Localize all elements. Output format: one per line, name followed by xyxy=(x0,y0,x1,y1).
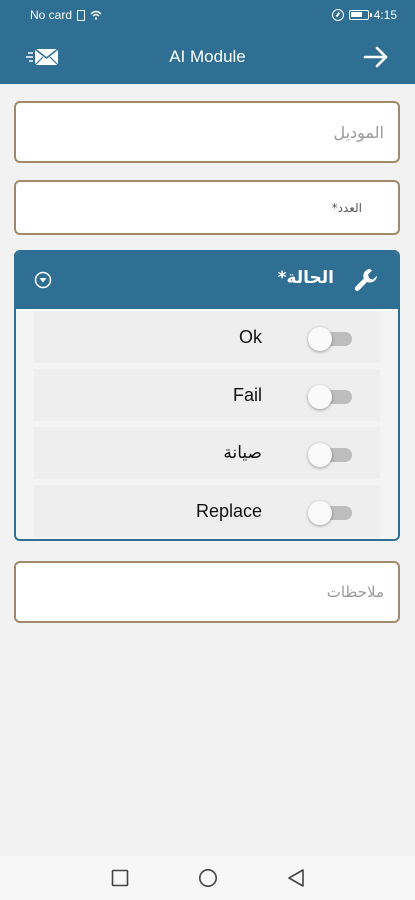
option-label: صيانة xyxy=(223,443,262,463)
replace-toggle[interactable] xyxy=(308,499,352,525)
toggle-thumb xyxy=(308,501,332,525)
notes-placeholder: ملاحظات xyxy=(326,583,384,601)
status-bar: No card 4:15 xyxy=(0,0,415,30)
model-placeholder: الموديل xyxy=(333,122,384,142)
chevron-down-circle-icon[interactable] xyxy=(34,271,52,289)
status-panel-title: الحالة* xyxy=(277,268,334,288)
recent-apps-icon xyxy=(111,869,128,887)
maintenance-toggle[interactable] xyxy=(308,441,352,467)
option-row-replace: Replace xyxy=(34,485,380,537)
back-button[interactable] xyxy=(285,867,307,889)
home-icon xyxy=(198,869,217,887)
status-panel-header[interactable]: الحالة* xyxy=(16,252,398,309)
arrow-right-icon[interactable] xyxy=(363,44,389,70)
sim-icon xyxy=(77,9,86,21)
status-options: Ok Fail صيانة Replace xyxy=(16,311,398,539)
home-button[interactable] xyxy=(197,867,219,889)
speed-icon xyxy=(331,9,344,21)
carrier-text: No card xyxy=(30,8,73,22)
toggle-thumb xyxy=(308,443,332,467)
ok-toggle[interactable] xyxy=(308,325,352,351)
toggle-thumb xyxy=(308,327,332,351)
recent-apps-button[interactable] xyxy=(109,867,131,889)
status-panel: الحالة* Ok Fail صيانة Replace xyxy=(14,250,400,541)
option-row-maintenance: صيانة xyxy=(34,427,380,479)
system-nav-bar xyxy=(0,856,415,900)
wifi-icon xyxy=(90,10,102,20)
option-row-fail: Fail xyxy=(34,369,380,421)
back-icon xyxy=(287,869,304,887)
wrench-icon xyxy=(354,269,377,291)
notes-input[interactable]: ملاحظات xyxy=(14,561,400,623)
option-label: Ok xyxy=(238,326,262,347)
count-label: العدد* xyxy=(331,200,362,215)
status-right: 4:15 xyxy=(331,8,397,22)
status-time: 4:15 xyxy=(373,8,397,22)
battery-icon xyxy=(348,10,372,20)
toggle-thumb xyxy=(308,385,332,409)
option-label: Replace xyxy=(195,500,262,521)
count-input[interactable]: العدد* xyxy=(14,180,400,235)
option-label: Fail xyxy=(232,384,262,405)
app-bar: AI Module xyxy=(0,30,415,84)
fail-toggle[interactable] xyxy=(308,383,352,409)
option-row-ok: Ok xyxy=(34,311,380,363)
status-left: No card xyxy=(30,8,102,22)
model-input[interactable]: الموديل xyxy=(14,101,400,163)
page-title: AI Module xyxy=(169,47,246,66)
mail-icon[interactable] xyxy=(26,44,60,70)
